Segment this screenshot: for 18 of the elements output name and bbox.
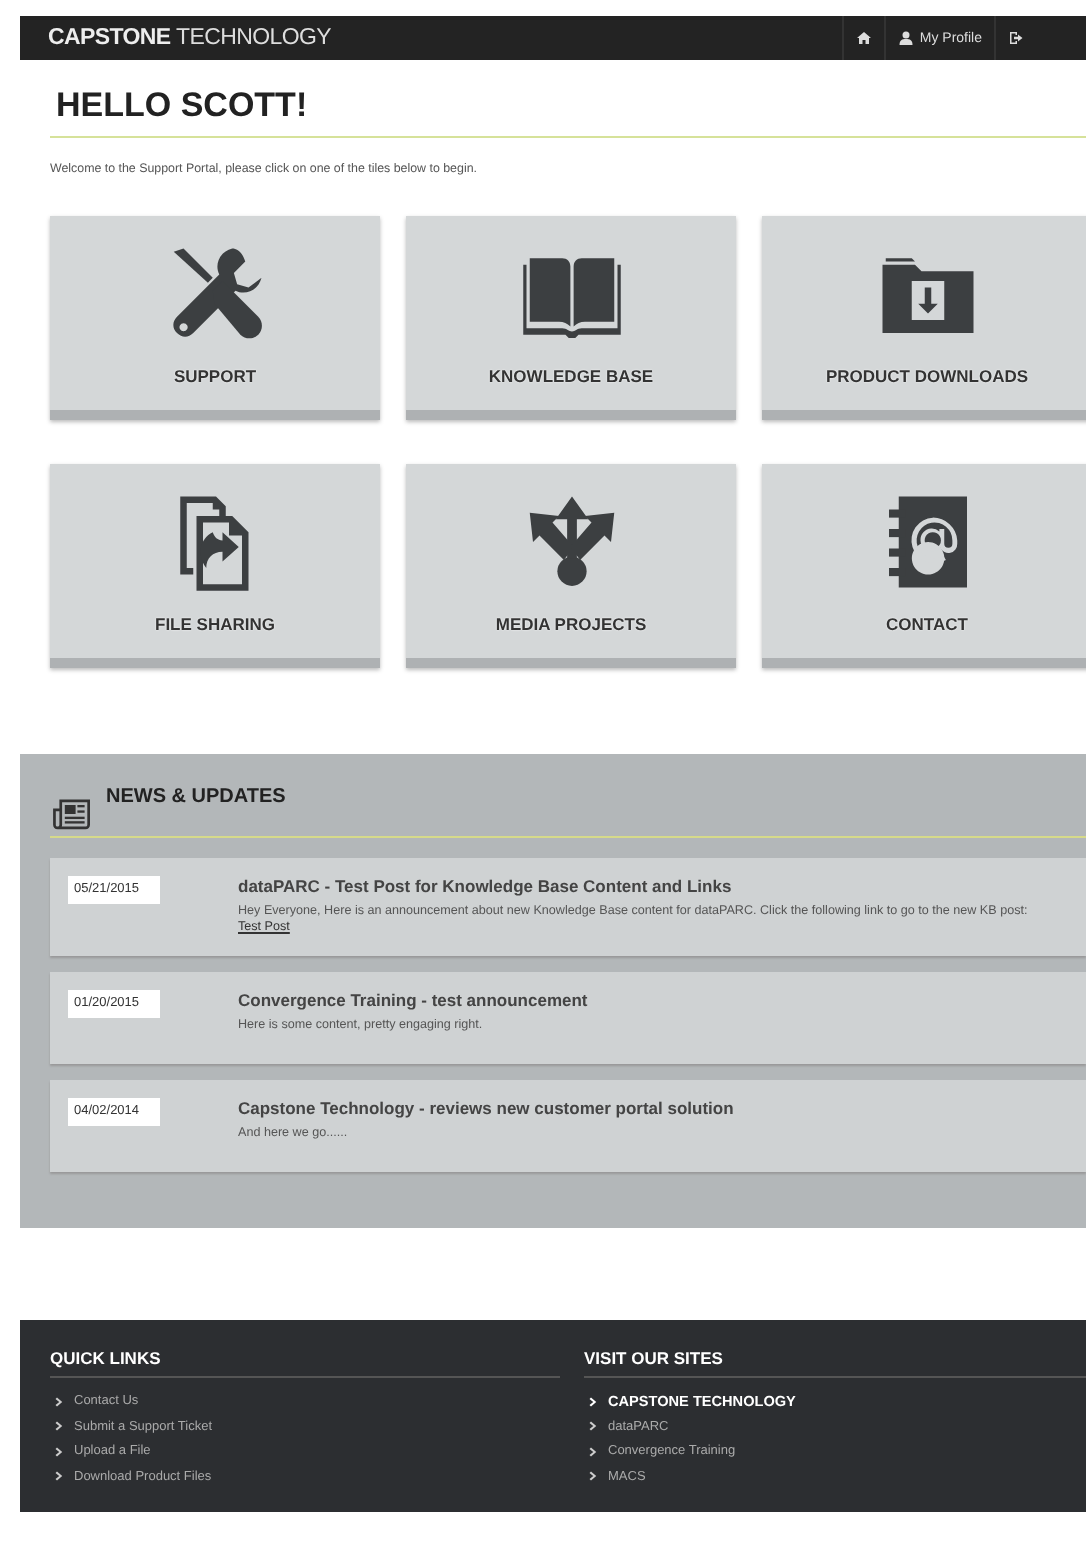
footer-heading: QUICK LINKS bbox=[50, 1348, 560, 1379]
tile-button[interactable]: SUPPORT bbox=[50, 216, 380, 420]
logout-icon bbox=[1008, 30, 1024, 46]
tile-button[interactable]: CONTACT bbox=[762, 464, 1086, 668]
user-icon bbox=[897, 30, 914, 46]
news-title: Convergence Training - test announcement bbox=[238, 990, 590, 1011]
news-title: dataPARC - Test Post for Knowledge Base Content and Links bbox=[238, 876, 734, 896]
news-title: Capstone Technology - reviews new customer portal solution bbox=[238, 1098, 736, 1119]
tile-button[interactable]: KNOWLEDGE BASE bbox=[406, 216, 736, 420]
tile-button[interactable]: PRODUCT DOWNLOADS bbox=[762, 216, 1086, 420]
footer-heading: VISIT OUR SITES bbox=[584, 1348, 1086, 1379]
page-heading: HELLO SCOTT! bbox=[50, 60, 1086, 138]
home-icon bbox=[855, 30, 872, 46]
newspaper-icon bbox=[50, 796, 94, 832]
tile-button[interactable]: MEDIA PROJECTS bbox=[406, 464, 736, 668]
brand-logo[interactable]: CAPSTONE TECHNOLOGY bbox=[20, 26, 331, 50]
section-heading: NEWS & UPDATES bbox=[106, 786, 286, 808]
tile-button[interactable]: FILE SHARING bbox=[50, 464, 380, 668]
